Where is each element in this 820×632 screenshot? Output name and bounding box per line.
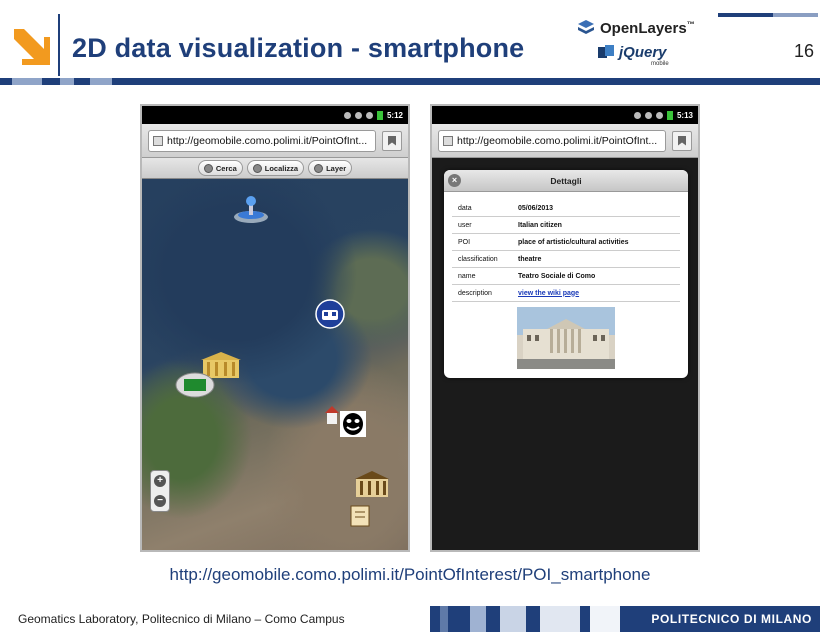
slide: 2D data visualization - smartphone OpenL… — [0, 0, 820, 632]
search-button[interactable]: Cerca — [197, 160, 243, 176]
bookmark-icon — [388, 135, 396, 146]
row-value: place of artistic/cultural activities — [518, 238, 629, 246]
phone-screenshot-details: 5:13 http://geomobile.como.polimi.it/Poi… — [430, 104, 700, 552]
page-number: 16 — [794, 41, 815, 61]
footer-brand: POLITECNICO DI MILANO — [651, 612, 812, 626]
openlayers-label: OpenLayers — [600, 19, 687, 37]
church-poi-icon[interactable] — [324, 405, 340, 425]
rule-segment — [90, 78, 112, 85]
details-dialog: × Dettagli data 05/06/2013 user Italian ci… — [444, 170, 688, 378]
dialog-title: Dettagli — [550, 175, 582, 186]
openlayers-tm: ™ — [686, 19, 695, 29]
footer-stripe — [540, 606, 580, 632]
dialog-header: × Dettagli — [444, 170, 688, 192]
footer-stripe — [440, 606, 448, 632]
scroll-poi-icon[interactable] — [347, 502, 373, 530]
layers-icon — [314, 163, 324, 173]
usb-icon — [354, 111, 362, 119]
battery-icon — [376, 110, 383, 120]
row-key: POI — [458, 238, 471, 246]
corner-stripe — [718, 13, 818, 17]
bookmark-button[interactable] — [382, 130, 402, 151]
details-table: data 05/06/2013 user Italian citizen POI pl… — [452, 200, 680, 302]
url-text: http://geomobile.como.polimi.it/PointOfI… — [167, 134, 368, 147]
usb-icon — [644, 111, 652, 119]
page-icon — [443, 135, 453, 146]
header-divider — [58, 14, 60, 76]
search-button-label: Cerca — [215, 163, 237, 173]
theatre-photo — [517, 307, 615, 369]
map-toolbar: Cerca Localizza Layer — [142, 158, 408, 179]
status-time: 5:13 — [676, 110, 693, 120]
url-text: http://geomobile.como.polimi.it/PointOfI… — [457, 134, 658, 147]
row-key: data — [458, 204, 472, 212]
stadium-poi-icon[interactable] — [174, 370, 216, 400]
zoom-in-button[interactable]: + — [154, 475, 166, 487]
zoom-out-button[interactable]: − — [154, 495, 166, 507]
museum-poi-icon[interactable] — [352, 470, 392, 500]
wiki-link[interactable]: view the wiki page — [518, 290, 579, 297]
row-key: user — [458, 221, 472, 229]
jquery-mobile-logo: jQuery mobile — [597, 44, 669, 67]
cable-car-poi-icon[interactable] — [315, 299, 345, 329]
table-row: description view the wiki page — [452, 285, 680, 302]
table-row: user Italian citizen — [452, 217, 680, 234]
battery-icon — [666, 110, 673, 120]
row-key: description — [458, 289, 492, 297]
status-time: 5:12 — [386, 110, 403, 120]
footer-stripe — [590, 606, 620, 632]
close-button[interactable]: × — [448, 174, 461, 187]
row-key: name — [458, 272, 476, 280]
row-key: classification — [458, 255, 498, 263]
status-bar: 5:13 — [432, 106, 698, 124]
url-field[interactable]: http://geomobile.como.polimi.it/PointOfI… — [438, 129, 666, 152]
status-bar: 5:12 — [142, 106, 408, 124]
signal-icon — [365, 111, 373, 119]
row-value: Teatro Sociale di Como — [518, 272, 596, 280]
table-row: classification theatre — [452, 251, 680, 268]
theatre-mask-poi-icon[interactable] — [340, 411, 366, 437]
bookmark-button[interactable] — [672, 130, 692, 151]
footer-text: Geomatics Laboratory, Politecnico di Mil… — [18, 612, 345, 626]
fountain-poi-icon[interactable] — [232, 195, 270, 225]
browser-url-bar: http://geomobile.como.polimi.it/PointOfI… — [142, 124, 408, 158]
url-field[interactable]: http://geomobile.como.polimi.it/PointOfI… — [148, 129, 376, 152]
rule-segment — [12, 78, 42, 85]
search-icon — [203, 163, 213, 173]
table-row: POI place of artistic/cultural activities — [452, 234, 680, 251]
row-value: theatre — [518, 255, 542, 263]
footer-stripe — [470, 606, 486, 632]
dimmed-background: × Dettagli data 05/06/2013 user Italian ci… — [432, 158, 698, 550]
zoom-control: + − — [150, 470, 170, 512]
gps-icon — [633, 111, 641, 119]
jquery-mobile-icon — [598, 45, 614, 58]
rule-segment — [60, 78, 74, 85]
table-row: name Teatro Sociale di Como — [452, 268, 680, 285]
page-icon — [153, 135, 163, 146]
jquery-label: jQuery — [619, 44, 667, 61]
row-value: 05/06/2013 — [518, 204, 554, 212]
openlayers-logo: OpenLayers™ — [577, 19, 695, 37]
footer-bar: POLITECNICO DI MILANO — [430, 606, 820, 632]
locate-button-label: Localizza — [264, 163, 299, 173]
phone-screenshot-map: 5:12 http://geomobile.como.polimi.it/Poi… — [140, 104, 410, 552]
footer-stripe — [500, 606, 526, 632]
openlayers-icon — [578, 20, 594, 34]
locate-button[interactable]: Localizza — [246, 160, 305, 176]
layer-button[interactable]: Layer — [308, 160, 353, 176]
locate-icon — [252, 163, 262, 173]
gps-icon — [343, 111, 351, 119]
caption-url[interactable]: http://geomobile.como.polimi.it/PointOfI… — [0, 565, 820, 585]
table-row: data 05/06/2013 — [452, 200, 680, 217]
layer-button-label: Layer — [326, 163, 347, 173]
jquery-sub-label: mobile — [651, 61, 669, 67]
signal-icon — [655, 111, 663, 119]
browser-url-bar: http://geomobile.como.polimi.it/PointOfI… — [432, 124, 698, 158]
orange-arrow-icon — [14, 29, 50, 65]
bookmark-icon — [678, 135, 686, 146]
row-value: Italian citizen — [518, 221, 562, 229]
header-rule — [0, 78, 820, 85]
satellite-map[interactable]: + − — [142, 179, 408, 550]
slide-title: 2D data visualization - smartphone — [72, 33, 525, 63]
